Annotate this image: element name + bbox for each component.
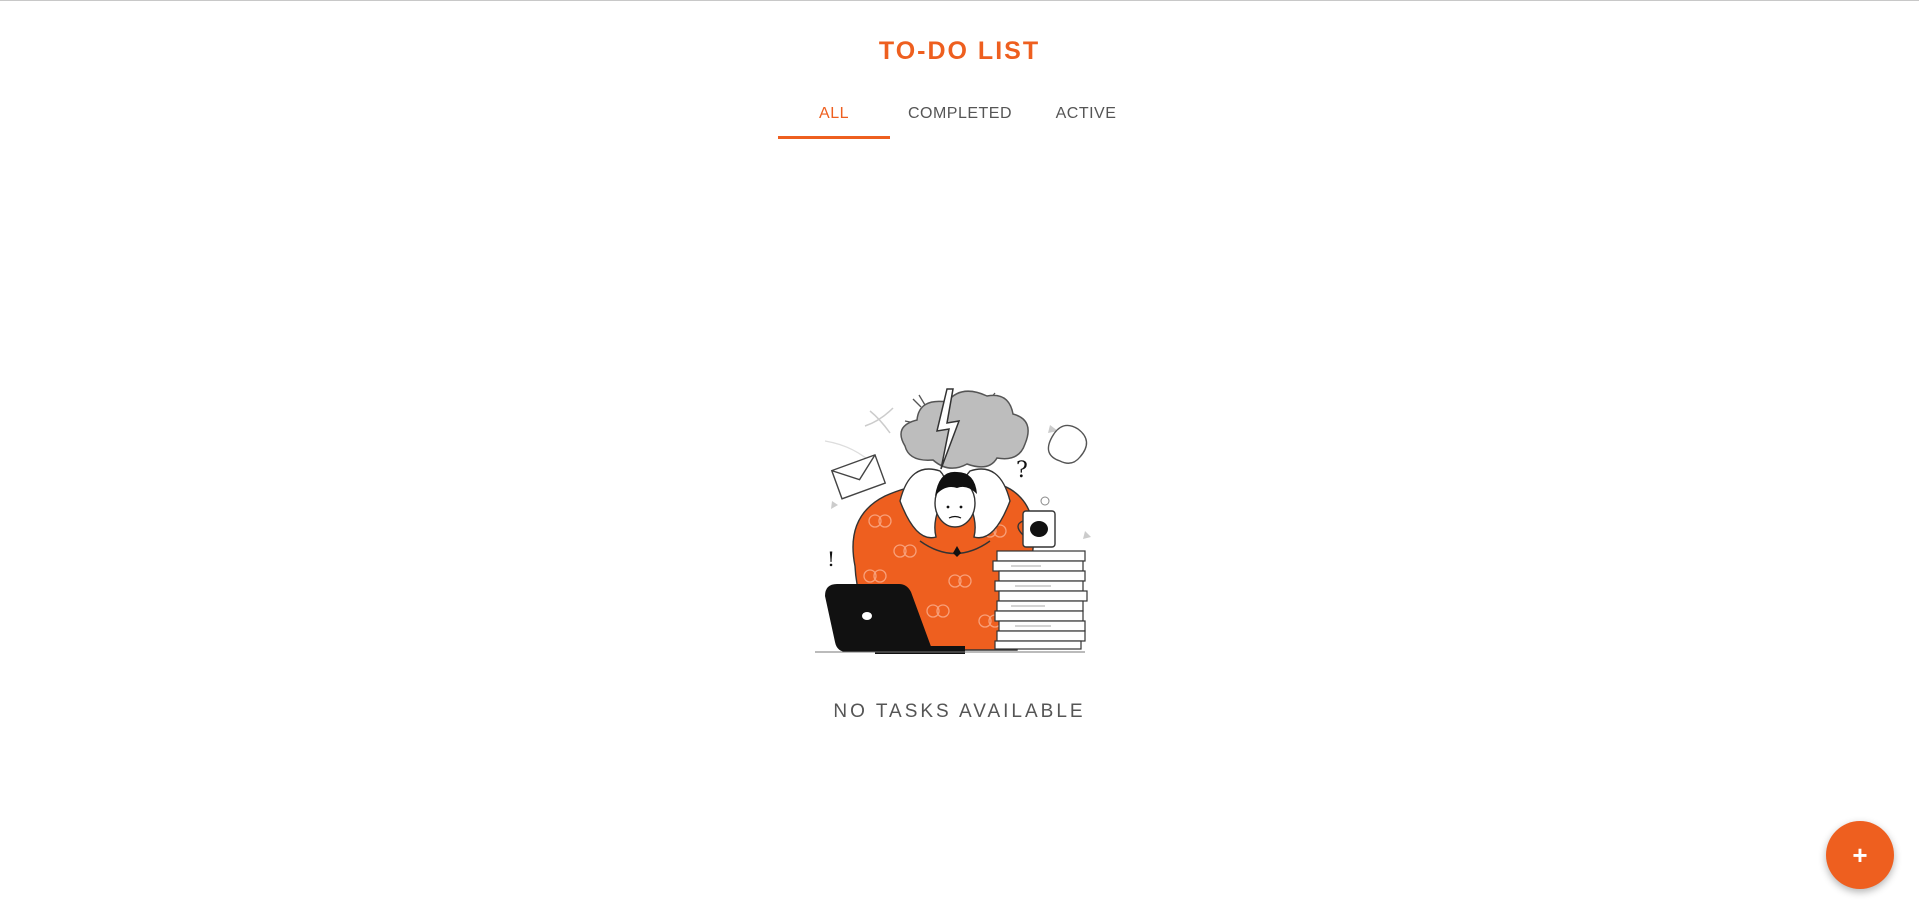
- page-title: TO-DO LIST: [878, 37, 1041, 65]
- empty-state-message: NO TASKS AVAILABLE: [833, 701, 1086, 722]
- exclamation-icon: !: [827, 547, 835, 571]
- paper-stack-icon: [992, 550, 1088, 650]
- app-page: TO-DO LIST ALL COMPLETED ACTIVE ? ! NO T…: [0, 0, 1919, 911]
- empty-state-illustration: ? !: [815, 388, 1091, 654]
- tab-completed[interactable]: COMPLETED: [890, 91, 1030, 139]
- tab-all[interactable]: ALL: [778, 91, 890, 139]
- storm-cloud-icon: [900, 388, 1029, 470]
- tab-active[interactable]: ACTIVE: [1030, 91, 1142, 139]
- envelope-icon: [830, 453, 887, 500]
- plus-icon: +: [1852, 839, 1868, 870]
- scribble-decoration: [864, 407, 894, 434]
- question-mark-icon: ?: [1016, 458, 1028, 483]
- triangle-decoration: [1083, 531, 1091, 539]
- add-task-button[interactable]: +: [1826, 821, 1894, 889]
- filter-tabs: ALL COMPLETED ACTIVE: [778, 91, 1142, 141]
- triangle-decoration: [831, 501, 838, 509]
